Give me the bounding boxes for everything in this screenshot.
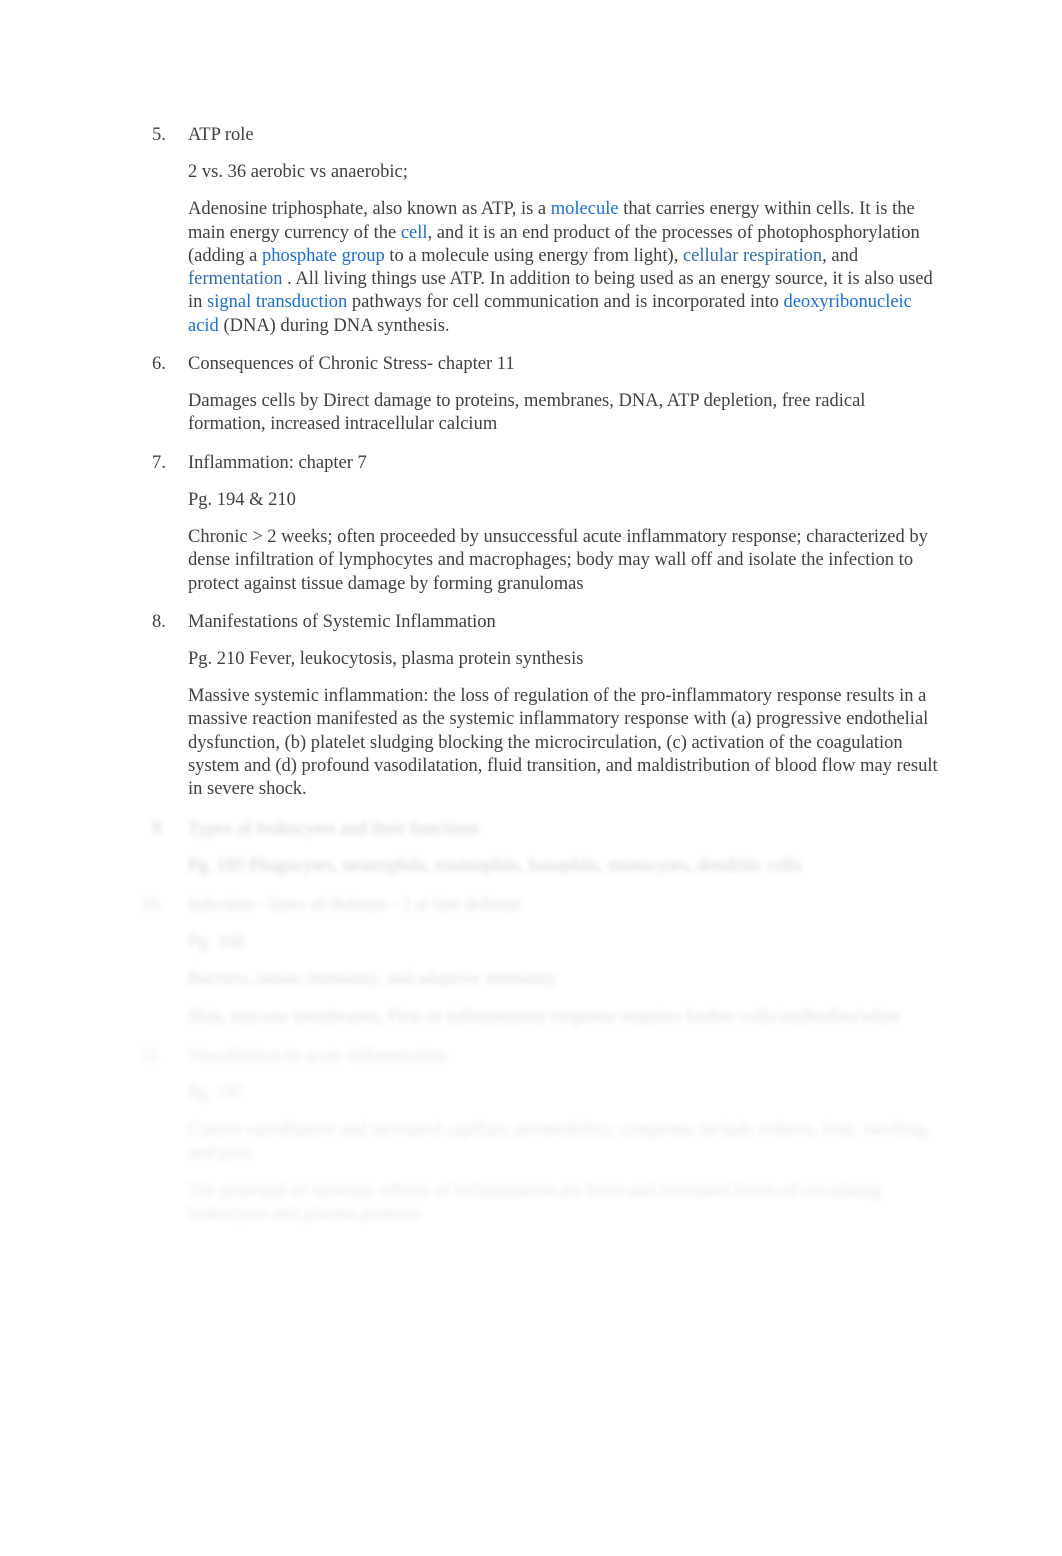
list-item-11: 11. Vasodilation in acute inflammation: [140, 1045, 942, 1068]
list-item-8: 8. Manifestations of Systemic Inflammati…: [152, 611, 942, 634]
list-item-title: Infection - lines of defense - 1 st line…: [188, 894, 522, 915]
list-item-6: 6. Consequences of Chronic Stress- chapt…: [152, 353, 942, 376]
list-item-number: 7.: [152, 452, 166, 473]
link-cell[interactable]: cell: [401, 223, 428, 243]
list-item-5: 5. ATP role: [152, 124, 942, 147]
link-fermentation[interactable]: fermentation: [188, 269, 283, 289]
text-segment: pathways for cell communication and is i…: [351, 292, 779, 313]
list-item-7: 7. Inflammation: chapter 7: [152, 452, 942, 475]
faded-section-10: 10. Infection - lines of defense - 1 st …: [140, 894, 942, 1029]
paragraph-vasodilation-page: Pg. 197: [188, 1082, 245, 1103]
paragraph-barriers-detail: Skin, mucous membranes, First or inflamm…: [188, 1006, 902, 1027]
paragraph-vasodilation-symptoms: Causes vasodilation and increased capill…: [188, 1120, 931, 1164]
list-item-number: 9.: [152, 818, 166, 839]
paragraph-immunity-types: Barriers, innate immunity, and adaptive …: [188, 969, 558, 990]
list-item-number: 6.: [152, 354, 166, 375]
list-item-9: 9. Types of leukocytes and their functio…: [152, 818, 942, 841]
paragraph-chronic-stress-damage: Damages cells by Direct damage to protei…: [188, 391, 866, 435]
list-item-title: Vasodilation in acute inflammation: [188, 1045, 448, 1066]
text-segment: to a molecule using energy from light),: [389, 245, 679, 266]
link-molecule[interactable]: molecule: [551, 199, 619, 219]
faded-section-11: 11. Vasodilation in acute inflammation P…: [140, 1045, 942, 1226]
link-cellular-respiration[interactable]: cellular respiration: [683, 246, 822, 266]
paragraph-atp-description: Adenosine triphosphate, also known as AT…: [188, 198, 942, 338]
link-phosphate-group[interactable]: phosphate group: [262, 246, 385, 266]
faded-section-9: 9. Types of leukocytes and their functio…: [152, 818, 942, 878]
list-item-title: Manifestations of Systemic Inflammation: [188, 611, 496, 632]
list-item-title: ATP role: [188, 125, 254, 145]
list-item-title: Consequences of Chronic Stress- chapter …: [188, 354, 515, 375]
document-content: 5. ATP role 2 vs. 36 aerobic vs anaerobi…: [140, 124, 942, 1226]
paragraph-inflammation-pages: Pg. 194 & 210: [188, 489, 296, 510]
document-page: 5. ATP role 2 vs. 36 aerobic vs anaerobi…: [0, 0, 1062, 1556]
paragraph-infection-page: Pg. 160: [188, 931, 245, 952]
list-item-number: 10.: [140, 894, 164, 915]
paragraph-systemic-effects: The principal of systemic effects of inf…: [188, 1180, 882, 1225]
list-item-number: 8.: [152, 611, 166, 632]
link-signal-transduction[interactable]: signal transduction: [207, 292, 347, 312]
paragraph-leukocyte-types: Pg. 185 Phagocytes, neutrophils, eosinop…: [188, 855, 802, 876]
list-item-title: Inflammation: chapter 7: [188, 452, 367, 473]
text-segment: (DNA) during DNA synthesis.: [223, 315, 450, 336]
list-item-number: 5.: [152, 125, 166, 145]
list-item-title: Types of leukocytes and their functions: [188, 818, 480, 839]
paragraph-atp-ratio: 2 vs. 36 aerobic vs anaerobic;: [188, 162, 408, 182]
text-segment: Adenosine triphosphate, also known as AT…: [188, 199, 547, 220]
list-item-10: 10. Infection - lines of defense - 1 st …: [140, 894, 942, 917]
paragraph-systemic-manifestations-pages: Pg. 210 Fever, leukocytosis, plasma prot…: [188, 648, 584, 669]
text-segment: , and: [822, 245, 859, 266]
paragraph-massive-systemic-inflammation: Massive systemic inflammation: the loss …: [188, 686, 938, 800]
paragraph-chronic-inflammation: Chronic > 2 weeks; often proceeded by un…: [188, 526, 928, 594]
list-item-number: 11.: [140, 1045, 163, 1066]
